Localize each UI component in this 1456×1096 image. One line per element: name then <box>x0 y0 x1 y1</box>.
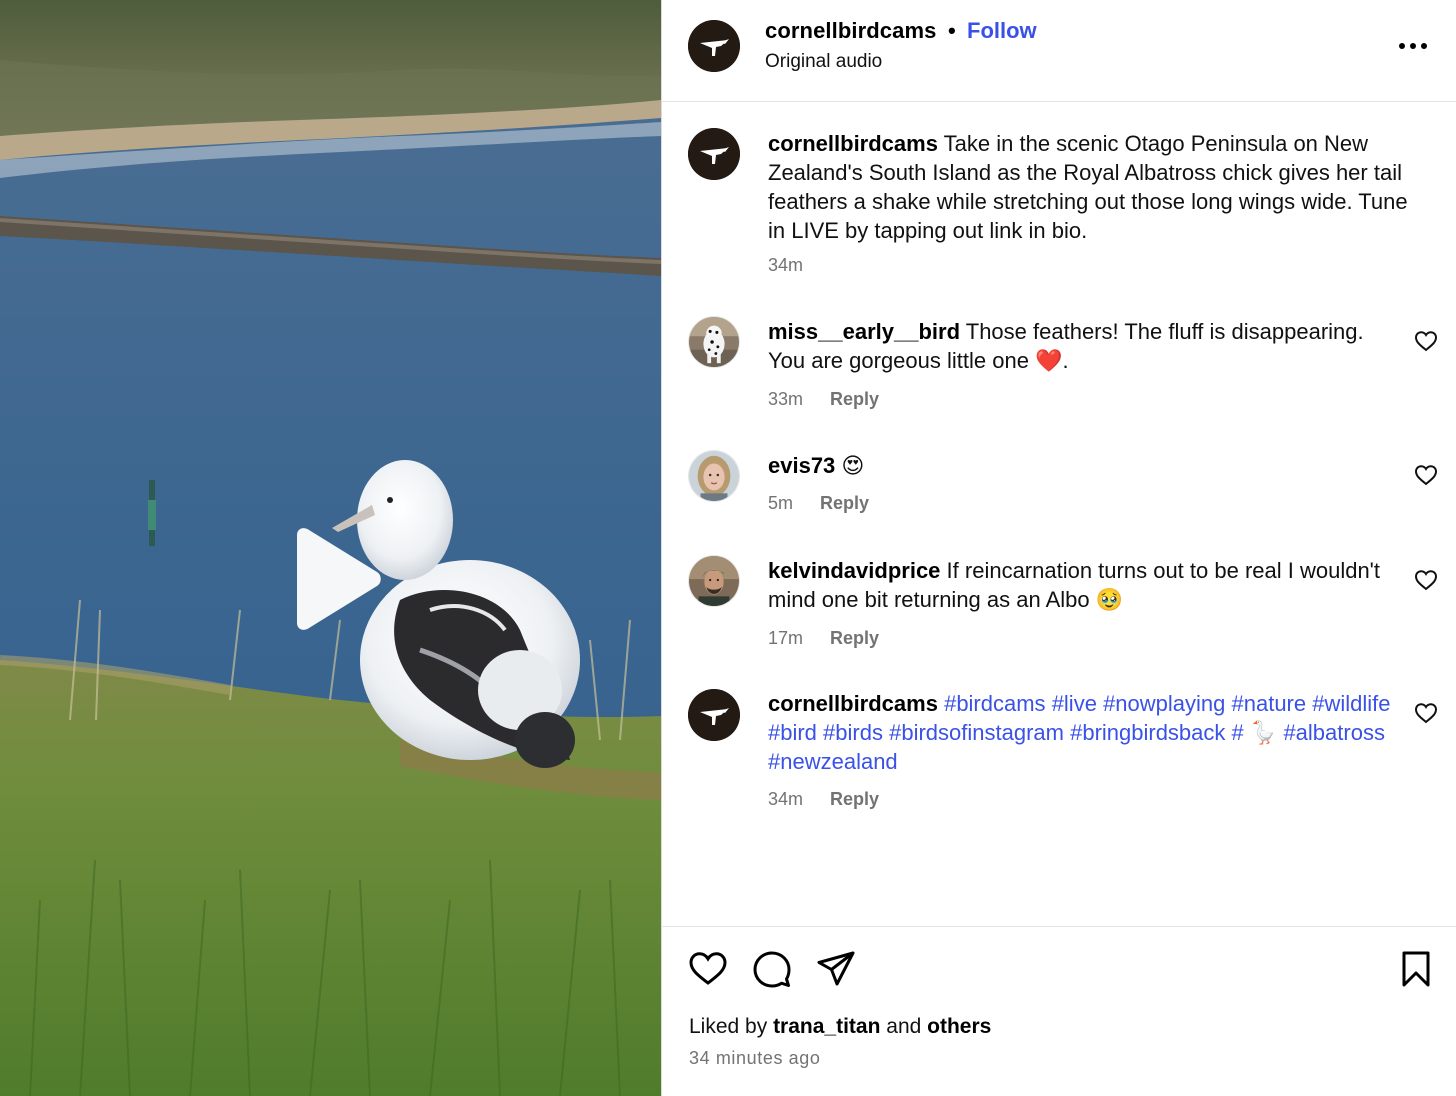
comment-username[interactable]: evis73 <box>768 453 835 478</box>
liked-by-and: and <box>886 1015 922 1038</box>
heart-outline-icon <box>689 952 727 985</box>
hashtag-link[interactable]: #nature <box>1232 691 1307 716</box>
comment-button[interactable] <box>752 949 792 989</box>
hashtag-link[interactable]: #newzealand <box>768 749 898 774</box>
liked-by-others-link[interactable]: others <box>927 1015 991 1038</box>
hashtag-link[interactable]: #nowplaying <box>1103 691 1225 716</box>
comment-like-button[interactable] <box>1414 464 1438 486</box>
reply-button[interactable]: Reply <box>830 628 879 648</box>
comment-text: evis73 😍 <box>768 451 1398 480</box>
pleading-face-emoji: 🥹 <box>1095 587 1124 612</box>
comment-text: kelvindavidprice If reincarnation turns … <box>768 556 1398 614</box>
caption-username[interactable]: cornellbirdcams <box>768 131 938 156</box>
hashtag-link[interactable]: #albatross <box>1283 720 1385 745</box>
hashtag-link[interactable]: #birdsofinstagram <box>889 720 1064 745</box>
comment-text: miss__early__bird Those feathers! The fl… <box>768 317 1398 375</box>
comment-username[interactable]: miss__early__bird <box>768 319 960 344</box>
woman-photo-avatar <box>689 451 739 501</box>
hashtag-link[interactable]: #live <box>1052 691 1097 716</box>
author-avatar[interactable] <box>688 20 740 72</box>
caption-time[interactable]: 34m <box>768 255 803 275</box>
cornell-lab-logo-icon <box>688 128 740 180</box>
comment-like-button[interactable] <box>1414 569 1438 591</box>
comment-meta: 33m Reply <box>768 389 879 410</box>
reply-button[interactable]: Reply <box>830 389 879 409</box>
post-timestamp[interactable]: 34 minutes ago <box>689 1048 820 1069</box>
liked-by-user[interactable]: trana_titan <box>773 1015 880 1038</box>
heart-outline-icon <box>1414 570 1438 591</box>
comment-meta: 34m Reply <box>768 789 879 810</box>
commenter-avatar[interactable] <box>688 555 740 607</box>
comment-like-button[interactable] <box>1414 330 1438 352</box>
hashtag-link[interactable]: #birds <box>823 720 883 745</box>
play-icon <box>297 528 381 630</box>
post-side-panel: cornellbirdcams • Follow Original audio … <box>662 0 1456 1096</box>
heart-eyes-emoji: 😍 <box>841 453 865 478</box>
cornell-lab-logo-icon <box>688 20 740 72</box>
post-video[interactable] <box>0 0 661 1096</box>
separator-dot: • <box>948 18 956 43</box>
post-header: cornellbirdcams • Follow Original audio <box>662 0 1456 102</box>
liked-by-summary: Liked by trana_titan and others <box>689 1015 991 1039</box>
hashtag-link[interactable]: #bird <box>768 720 817 745</box>
heart-outline-icon <box>1414 331 1438 352</box>
more-horizontal-icon <box>1399 43 1427 49</box>
audio-label[interactable]: Original audio <box>765 51 882 73</box>
cornell-lab-logo-icon <box>688 689 740 741</box>
comment-trail: . <box>1062 348 1069 373</box>
more-options-button[interactable] <box>1397 28 1429 60</box>
caption-text: cornellbirdcams Take in the scenic Otago… <box>768 129 1408 245</box>
reply-button[interactable]: Reply <box>830 789 879 809</box>
comment-time[interactable]: 5m <box>768 493 793 513</box>
hashtag-link[interactable]: #bringbirdsback <box>1070 720 1225 745</box>
heart-outline-icon <box>1414 703 1438 724</box>
hashtag-link[interactable]: #wildlife <box>1312 691 1390 716</box>
hashtag-link[interactable]: #birdcams <box>944 691 1045 716</box>
comment-time[interactable]: 17m <box>768 628 803 648</box>
author-username[interactable]: cornellbirdcams <box>765 18 936 44</box>
comment-username[interactable]: cornellbirdcams <box>768 691 938 716</box>
caption-meta: 34m <box>768 255 803 276</box>
comment-time[interactable]: 34m <box>768 789 803 809</box>
comment-meta: 17m Reply <box>768 628 879 649</box>
follow-button[interactable]: Follow <box>967 18 1037 44</box>
man-photo-avatar <box>689 556 739 606</box>
commenter-avatar[interactable] <box>688 450 740 502</box>
heart-outline-icon <box>1414 465 1438 486</box>
comment-username[interactable]: kelvindavidprice <box>768 558 940 583</box>
play-button[interactable] <box>283 527 383 631</box>
comment-text: cornellbirdcams #birdcams #live #nowplay… <box>768 689 1398 776</box>
bird-emoji: 🪿 <box>1249 720 1278 745</box>
commenter-avatar[interactable] <box>688 689 740 741</box>
reply-button[interactable]: Reply <box>820 493 869 513</box>
dog-photo-avatar <box>689 317 739 367</box>
liked-by-prefix: Liked by <box>689 1015 768 1038</box>
caption-avatar[interactable] <box>688 128 740 180</box>
commenter-avatar[interactable] <box>688 316 740 368</box>
hashtag-link[interactable]: # <box>1232 720 1244 745</box>
save-button[interactable] <box>1396 949 1436 989</box>
comment-like-button[interactable] <box>1414 702 1438 724</box>
comment-time[interactable]: 33m <box>768 389 803 409</box>
bookmark-icon <box>1402 951 1430 987</box>
comment-meta: 5m Reply <box>768 493 869 514</box>
send-paper-plane-icon <box>817 951 855 986</box>
share-button[interactable] <box>816 949 856 989</box>
comment-bubble-icon <box>753 951 791 988</box>
post-actions-footer: Liked by trana_titan and others 34 minut… <box>662 926 1456 1096</box>
like-button[interactable] <box>688 949 728 989</box>
heart-emoji: ❤️ <box>1035 348 1063 373</box>
